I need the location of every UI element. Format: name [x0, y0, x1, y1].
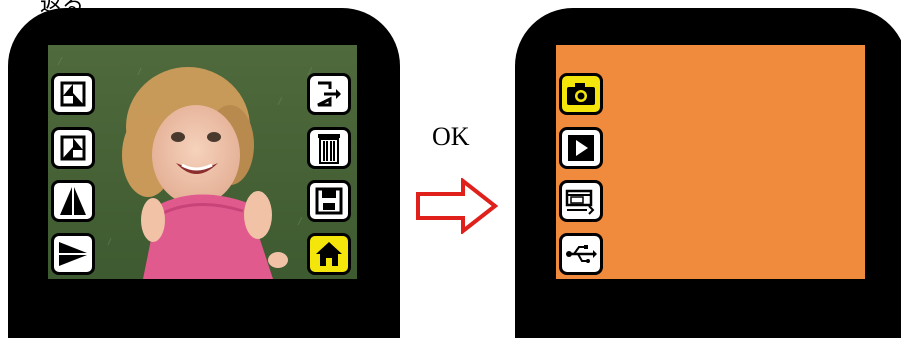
save-button[interactable] — [307, 180, 351, 222]
usb-mode-button[interactable] — [559, 233, 603, 275]
exit-icon — [317, 81, 341, 107]
playback-mode-button[interactable] — [559, 127, 603, 169]
photo-edit-screen — [48, 45, 357, 279]
play-icon — [568, 135, 594, 161]
capture-mode-button[interactable] — [559, 73, 603, 115]
usb-icon — [566, 245, 597, 263]
rotate-left-button[interactable] — [51, 73, 95, 115]
rotate-left-icon — [60, 81, 86, 107]
main-menu-screen — [556, 45, 865, 279]
rotate-right-button[interactable] — [51, 127, 95, 169]
flip-horizontal-icon — [60, 187, 86, 215]
home-button[interactable] — [307, 233, 351, 275]
ok-label: OK — [432, 122, 470, 151]
exit-button[interactable] — [307, 73, 351, 115]
film-type-button[interactable] — [559, 180, 603, 222]
camera-icon — [567, 83, 595, 105]
save-icon — [315, 187, 343, 215]
flip-vertical-icon — [59, 242, 87, 266]
trash-icon — [318, 134, 340, 164]
rotate-right-icon — [60, 135, 86, 161]
flip-vertical-button[interactable] — [51, 233, 95, 275]
flip-horizontal-button[interactable] — [51, 180, 95, 222]
delete-button[interactable] — [307, 127, 351, 169]
film-scanner-icon — [565, 189, 595, 215]
right-arrow-icon — [416, 178, 499, 234]
home-icon — [316, 242, 342, 266]
